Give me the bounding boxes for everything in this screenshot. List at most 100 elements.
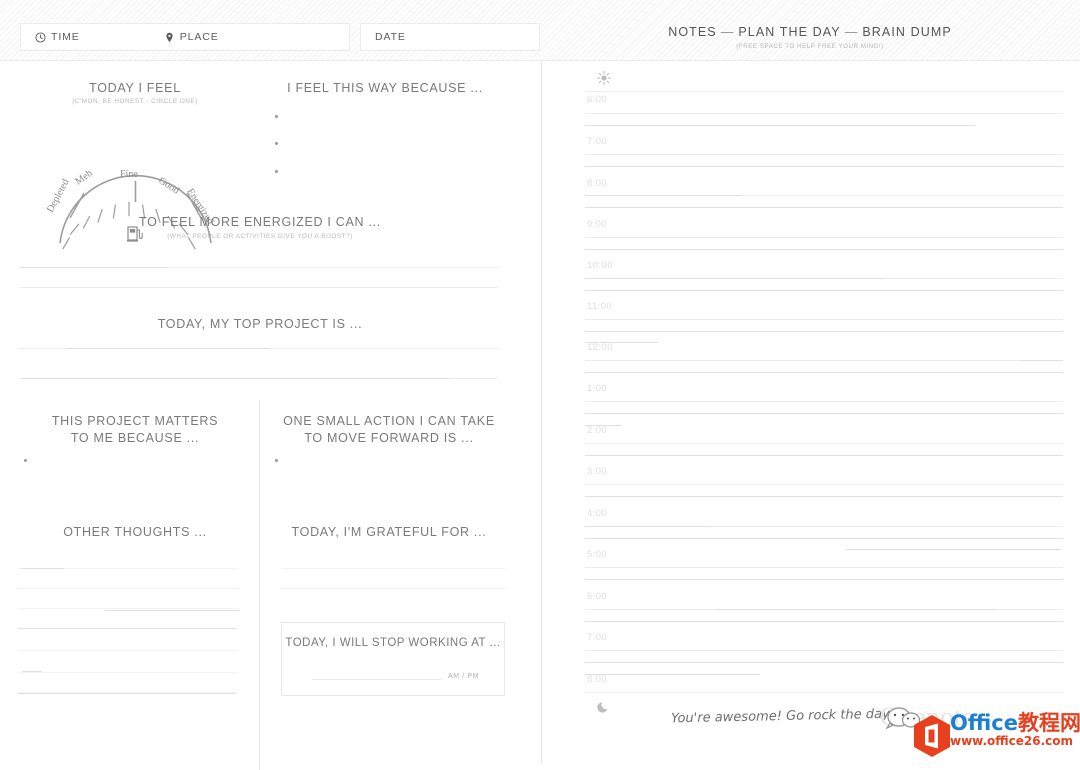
gauge-label-good: Good [156, 175, 181, 196]
header-left-fields: TIME PLACE DATE [0, 0, 540, 60]
sched-ink-10b [585, 538, 1063, 539]
map-pin-icon [164, 32, 175, 43]
header-right-title: NOTES — PLAN THE DAY — BRAIN DUMP (FREE SPAC… [540, 0, 1080, 60]
sched-ink-12b [585, 621, 1063, 622]
energized-subtitle: (WHAT PEOPLE OR ACTIVITIES GIVE YOU A BO… [167, 233, 353, 240]
notes-subtitle: (FREE SPACE TO HELP FREE YOUR MIND!) [736, 43, 884, 50]
today-i-feel-title: TODAY I FEEL [89, 81, 181, 95]
other-thoughts-rule-6[interactable] [18, 672, 238, 673]
watermark-url: www.office26.com [950, 734, 1074, 748]
sched-rule-7[interactable] [585, 401, 1063, 402]
sched-ink-8 [585, 425, 621, 426]
one-small-action-title: ONE SMALL ACTION I CAN TAKE TO MOVE FORW… [280, 413, 498, 447]
hour-label-7: 1:00 [587, 383, 608, 394]
hour-label-12: 6:00 [587, 591, 608, 602]
sched-ink-12 [716, 609, 996, 610]
hour-label-1: 7:00 [587, 136, 608, 147]
hour-label-14: 8:00 [587, 674, 608, 685]
matters-bullet-1[interactable] [24, 459, 27, 462]
hour-label-2: 8:00 [587, 178, 608, 189]
hour-label-4: 10:00 [587, 260, 613, 271]
hour-label-0: 6:00 [587, 94, 608, 105]
sched-rule-14[interactable] [585, 692, 1063, 693]
because-bullet-3[interactable] [275, 170, 278, 173]
i-feel-because-title: I FEEL THIS WAY BECAUSE ... [287, 81, 483, 95]
sched-rule-11[interactable] [585, 567, 1063, 568]
sched-ink-3 [585, 249, 1063, 250]
sched-rule-6[interactable] [585, 360, 1063, 361]
sun-icon [597, 71, 611, 90]
hour-label-10: 4:00 [587, 508, 608, 519]
because-bullet-1[interactable] [275, 115, 278, 118]
sched-ink-0 [585, 125, 975, 126]
sched-rule-0[interactable] [585, 113, 1063, 114]
schedule-pane: 6:00 7:00 8:00 9:00 10:00 11:00 12:00 1:… [541, 60, 1080, 764]
notes-title-plan: PLAN THE DAY [738, 25, 841, 39]
time-place-field[interactable]: TIME PLACE [20, 23, 350, 51]
hour-label-6: 12:00 [587, 342, 613, 353]
moon-icon [597, 700, 611, 719]
gauge-label-depleted: Depleted [45, 177, 72, 214]
watermark-brand-line: Office教程网 [950, 712, 1080, 734]
place-label-group: PLACE [164, 23, 219, 51]
time-label-group: TIME [35, 23, 80, 51]
grateful-rule-1[interactable] [281, 568, 505, 569]
energized-title: TO FEEL MORE ENERGIZED I CAN ... [139, 215, 381, 229]
sched-ink-1 [585, 166, 1063, 167]
date-field[interactable]: DATE [360, 23, 540, 51]
notes-title-notes: NOTES [668, 25, 717, 39]
top-project-ink-2 [20, 378, 450, 379]
watermark: Onenote Office教程网 www.office26.com [880, 700, 1080, 763]
other-thoughts-ink-1 [22, 568, 64, 569]
other-thoughts-rule-3[interactable] [18, 608, 238, 609]
grateful-rule-2[interactable] [281, 588, 505, 589]
grateful-title: TODAY, I'M GRATEFUL FOR ... [291, 525, 487, 539]
sched-ink-4 [585, 278, 885, 279]
watermark-text: Office教程网 www.office26.com [950, 712, 1080, 749]
notes-title: NOTES — PLAN THE DAY — BRAIN DUMP [540, 25, 1080, 39]
sched-rule-top[interactable] [585, 91, 1063, 92]
one-small-action-line-1: ONE SMALL ACTION I CAN TAKE [283, 414, 495, 428]
gauge-label-fine: Fine [120, 169, 138, 180]
sched-rule-5[interactable] [585, 319, 1063, 320]
stop-working-box[interactable]: TODAY, I WILL STOP WORKING AT ... AM / P… [281, 622, 505, 696]
action-bullet-1[interactable] [275, 459, 278, 462]
sched-ink-5 [585, 331, 1063, 332]
sched-ink-11 [846, 549, 1061, 550]
stop-working-input-rule[interactable] [312, 679, 442, 680]
sched-rule-3[interactable] [585, 237, 1063, 238]
because-bullet-2[interactable] [275, 142, 278, 145]
one-small-action-line-2: TO MOVE FORWARD IS ... [304, 431, 474, 445]
sched-rule-8[interactable] [585, 443, 1063, 444]
sched-ink-4b [585, 290, 1063, 291]
daily-planner-page: TIME PLACE DATE NOTES — PLAN THE DAY — B… [0, 0, 1080, 770]
top-project-ink-1 [68, 348, 268, 349]
sched-ink-10 [585, 526, 710, 527]
watermark-brand-cn: 教程网 [1017, 711, 1080, 735]
journal-pane: TODAY I FEEL (C'MON, BE HONEST - CIRCLE … [0, 60, 541, 770]
sched-ink-14 [585, 674, 760, 675]
sched-ink-9 [585, 496, 1063, 497]
energized-rule-2[interactable] [20, 287, 498, 288]
page-header: TIME PLACE DATE NOTES — PLAN THE DAY — B… [0, 0, 1080, 61]
gauge-label-meh: Meh [73, 168, 94, 188]
title-dash-1: — [720, 25, 735, 39]
hour-label-9: 3:00 [587, 466, 608, 477]
sched-ink-2b [585, 207, 1063, 208]
title-dash-2: — [844, 25, 859, 39]
top-project-title: TODAY, MY TOP PROJECT IS ... [157, 317, 363, 331]
sched-rule-1[interactable] [585, 154, 1063, 155]
project-matters-title: THIS PROJECT MATTERS TO ME BECAUSE ... [30, 413, 240, 447]
other-thoughts-ink-3 [18, 628, 236, 629]
other-thoughts-title: OTHER THOUGHTS ... [63, 525, 207, 539]
office-logo-icon [912, 714, 952, 763]
time-label: TIME [51, 31, 80, 43]
other-thoughts-rule-5[interactable] [18, 650, 238, 651]
sched-rule-13[interactable] [585, 650, 1063, 651]
lower-column-divider [259, 400, 260, 770]
date-label: DATE [375, 31, 406, 43]
project-matters-line-2: TO ME BECAUSE ... [70, 431, 200, 445]
today-i-feel-subtitle: (C'MON, BE HONEST - CIRCLE ONE) [72, 98, 198, 105]
other-thoughts-rule-2[interactable] [18, 588, 238, 589]
sched-rule-9[interactable] [585, 484, 1063, 485]
